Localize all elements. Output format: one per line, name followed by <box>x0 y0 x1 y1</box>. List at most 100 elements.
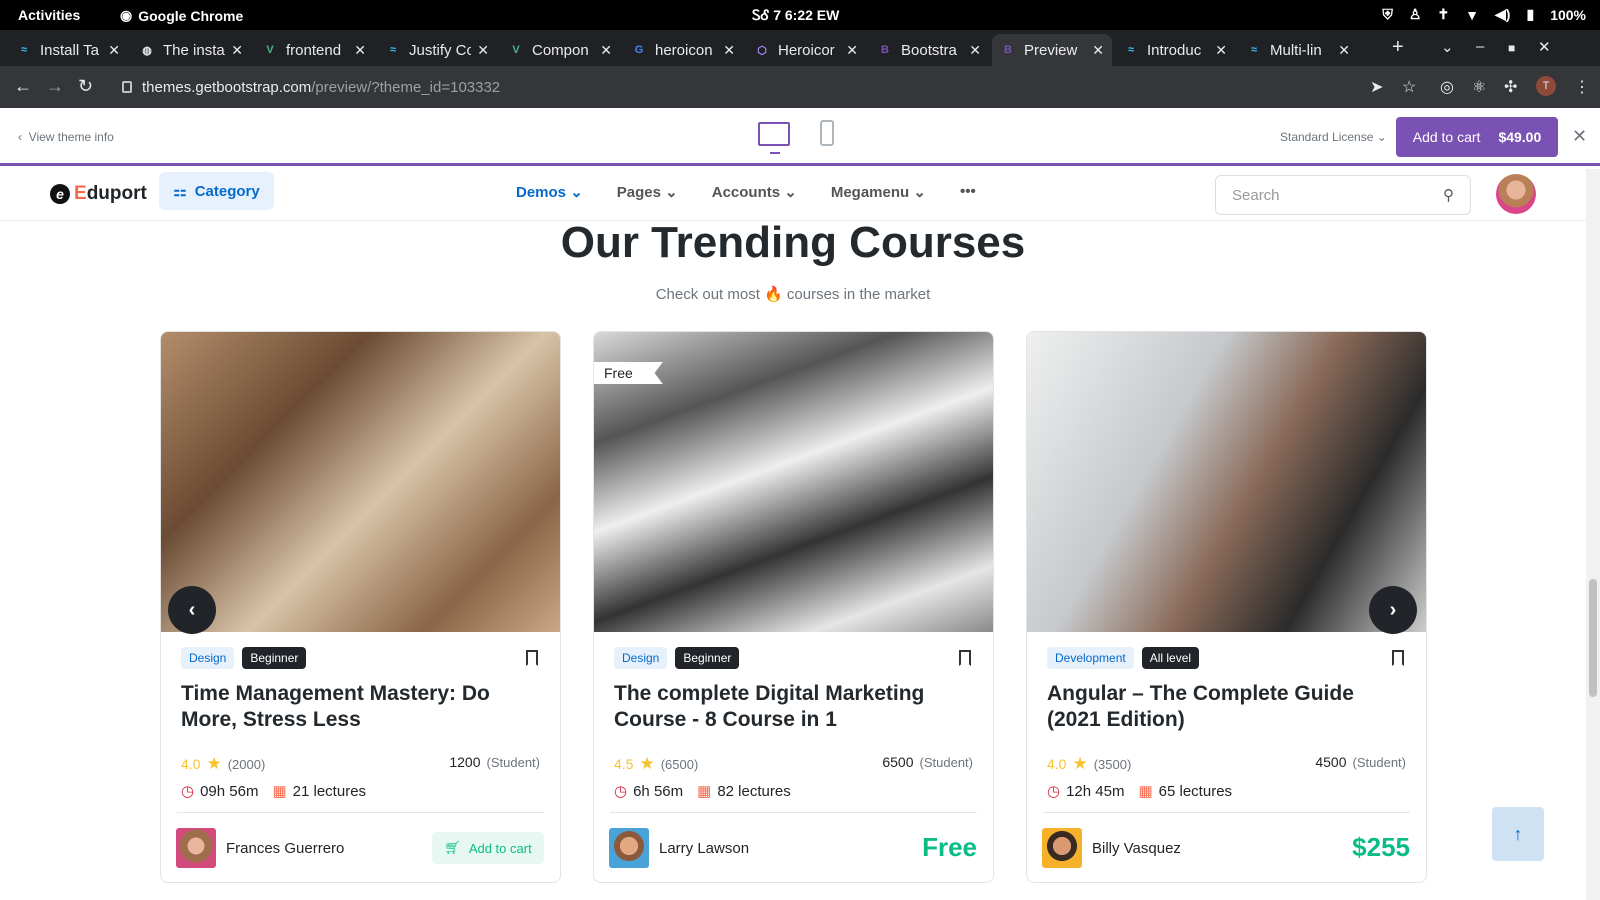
tab-2[interactable]: Vfrontend ✕ <box>254 34 374 66</box>
duration-text: 12h 45m <box>1066 783 1125 800</box>
tab-7[interactable]: B Bootstra ✕ <box>869 34 989 66</box>
reload-icon[interactable]: ↻ <box>78 76 93 97</box>
tab-0[interactable]: ≈ Install Ta ✕ <box>8 34 128 66</box>
tab-5[interactable]: Gheroicon ✕ <box>623 34 743 66</box>
view-theme-info-link[interactable]: ‹ View theme info <box>18 130 114 144</box>
course-author[interactable]: Frances Guerrero <box>176 828 344 868</box>
carousel-next-button[interactable]: › <box>1369 586 1417 634</box>
card-divider <box>177 812 544 813</box>
tab-close-icon[interactable]: ✕ <box>723 42 735 59</box>
tab-close-icon[interactable]: ✕ <box>1215 42 1227 59</box>
puzzle-icon[interactable]: ✣ <box>1504 77 1517 97</box>
new-tab-icon[interactable]: + <box>1392 36 1404 59</box>
course-rating: 4.0 ★ (2000) <box>181 754 265 774</box>
tab-close-icon[interactable]: ✕ <box>846 42 858 59</box>
tab-title: Multi-lin <box>1270 41 1322 59</box>
view-theme-info-label: View theme info <box>28 130 114 144</box>
bookmark-star-icon[interactable]: ☆ <box>1402 77 1416 97</box>
system-tray[interactable]: ⛨ ♙ ✝ ▼ ◀) ▮ 100% <box>1382 6 1586 23</box>
mobile-view-icon[interactable] <box>820 120 834 146</box>
nav-accounts[interactable]: Accounts ⌄ <box>712 183 797 201</box>
page-scrollbar[interactable] <box>1586 169 1600 900</box>
chrome-icon: ◉ <box>120 7 133 23</box>
bookmark-icon[interactable] <box>959 650 971 666</box>
app-name: Google Chrome <box>138 7 244 24</box>
tab-10[interactable]: ≈ Multi-lin ✕ <box>1238 34 1358 66</box>
back-to-top-button[interactable]: ↑ <box>1492 807 1544 861</box>
tab-strip: ≈ Install Ta ✕ ◍ The insta ✕ Vfrontend ✕ ≈ Justif… <box>0 30 1600 66</box>
menu-icon[interactable]: ⋮ <box>1574 77 1590 97</box>
review-count: (2000) <box>227 756 266 772</box>
tab-close-icon[interactable]: ✕ <box>1092 42 1104 59</box>
react-devtools-icon[interactable]: ⚛ <box>1472 77 1486 97</box>
category-tag[interactable]: Design <box>181 647 235 669</box>
carousel-prev-button[interactable]: ‹ <box>168 586 216 634</box>
logo-e: E <box>74 183 87 204</box>
course-author[interactable]: Larry Lawson <box>609 828 749 868</box>
site-logo[interactable]: e Eduport <box>50 183 147 205</box>
url-path: /preview/?theme_id=103332 <box>311 78 501 96</box>
tab-close-icon[interactable]: ✕ <box>354 42 366 59</box>
forward-icon[interactable]: → <box>46 76 64 97</box>
tab-close-icon[interactable]: ✕ <box>1338 42 1350 59</box>
theme-preview-bar: ‹ View theme info Standard License ⌄ Add… <box>0 108 1600 166</box>
tab-8[interactable]: B Preview ✕ <box>992 34 1112 66</box>
back-icon[interactable]: ← <box>14 76 32 97</box>
course-title[interactable]: The complete Digital Marketing Course - … <box>614 681 974 733</box>
course-image[interactable] <box>1027 332 1426 632</box>
tab-close-icon[interactable]: ✕ <box>231 42 243 59</box>
clock[interactable]: ᏚᎴ 7 6:22 EW <box>752 7 839 24</box>
category-tag[interactable]: Development <box>1047 647 1134 669</box>
add-to-cart-button[interactable]: Add to cart $49.00 <box>1396 117 1558 157</box>
maximize-icon[interactable]: ■ <box>1508 41 1515 55</box>
level-tag[interactable]: All level <box>1141 647 1200 669</box>
send-icon[interactable]: ➤ <box>1370 77 1383 97</box>
app-menu[interactable]: ◉ Google Chrome <box>120 7 243 24</box>
bookmark-icon[interactable] <box>526 650 538 666</box>
desktop-view-icon[interactable] <box>758 122 790 154</box>
address-bar[interactable]: themes.getbootstrap.com/preview/?theme_i… <box>112 71 1572 103</box>
activities-button[interactable]: Activities <box>18 7 80 23</box>
tab-favicon-icon: B <box>881 44 889 56</box>
tab-9[interactable]: ≈ Introduc ✕ <box>1115 34 1235 66</box>
tab-3[interactable]: ≈ Justify Cc ✕ <box>377 34 497 66</box>
tab-4[interactable]: V Compon ✕ <box>500 34 620 66</box>
more-icon[interactable]: ••• <box>960 183 976 201</box>
nav-demos[interactable]: Demos ⌄ <box>516 183 583 201</box>
course-card[interactable]: Design Beginner Time Management Mastery: D… <box>160 331 561 883</box>
close-window-icon[interactable]: ✕ <box>1538 38 1551 56</box>
profile-avatar[interactable]: T <box>1536 76 1556 96</box>
chevron-down-icon: ⌄ <box>913 184 926 201</box>
minimize-icon[interactable]: – <box>1476 38 1484 55</box>
bookmark-icon[interactable] <box>1392 650 1404 666</box>
search-input[interactable]: Search ⚲ <box>1215 175 1471 215</box>
license-dropdown[interactable]: Standard License ⌄ <box>1280 130 1387 144</box>
category-tag[interactable]: Design <box>614 647 668 669</box>
course-title[interactable]: Time Management Mastery: Do More, Stress… <box>181 681 541 733</box>
nav-pages[interactable]: Pages ⌄ <box>617 183 678 201</box>
clock-icon: ◷ <box>614 783 628 800</box>
tab-search-icon[interactable]: ⌄ <box>1441 38 1454 56</box>
search-icon[interactable]: ⚲ <box>1443 186 1454 204</box>
course-card[interactable]: Development All level Angular – The Comple… <box>1026 331 1427 883</box>
course-author[interactable]: Billy Vasquez <box>1042 828 1181 868</box>
level-tag[interactable]: Beginner <box>242 647 307 669</box>
tab-close-icon[interactable]: ✕ <box>477 42 489 59</box>
table-icon: ▦ <box>1138 783 1153 800</box>
scrollbar-thumb[interactable] <box>1589 579 1597 697</box>
nav-megamenu[interactable]: Megamenu ⌄ <box>831 183 926 201</box>
add-to-cart-button[interactable]: 🛒︎ Add to cart <box>432 832 544 864</box>
extension-icon[interactable]: ◎ <box>1440 77 1454 97</box>
course-image[interactable] <box>161 332 560 632</box>
tab-close-icon[interactable]: ✕ <box>600 42 612 59</box>
level-tag[interactable]: Beginner <box>675 647 740 669</box>
tab-6[interactable]: ⬡ Heroicor ✕ <box>746 34 866 66</box>
user-avatar[interactable] <box>1496 174 1536 214</box>
tab-1[interactable]: ◍ The insta ✕ <box>131 34 251 66</box>
tab-close-icon[interactable]: ✕ <box>969 42 981 59</box>
category-button[interactable]: ⚏ Category <box>159 172 274 210</box>
close-preview-icon[interactable]: ✕ <box>1572 126 1587 147</box>
course-title[interactable]: Angular – The Complete Guide (2021 Editi… <box>1047 681 1407 733</box>
course-card[interactable]: Free Design Beginner The complete Digital M… <box>593 331 994 883</box>
tab-close-icon[interactable]: ✕ <box>108 42 120 59</box>
